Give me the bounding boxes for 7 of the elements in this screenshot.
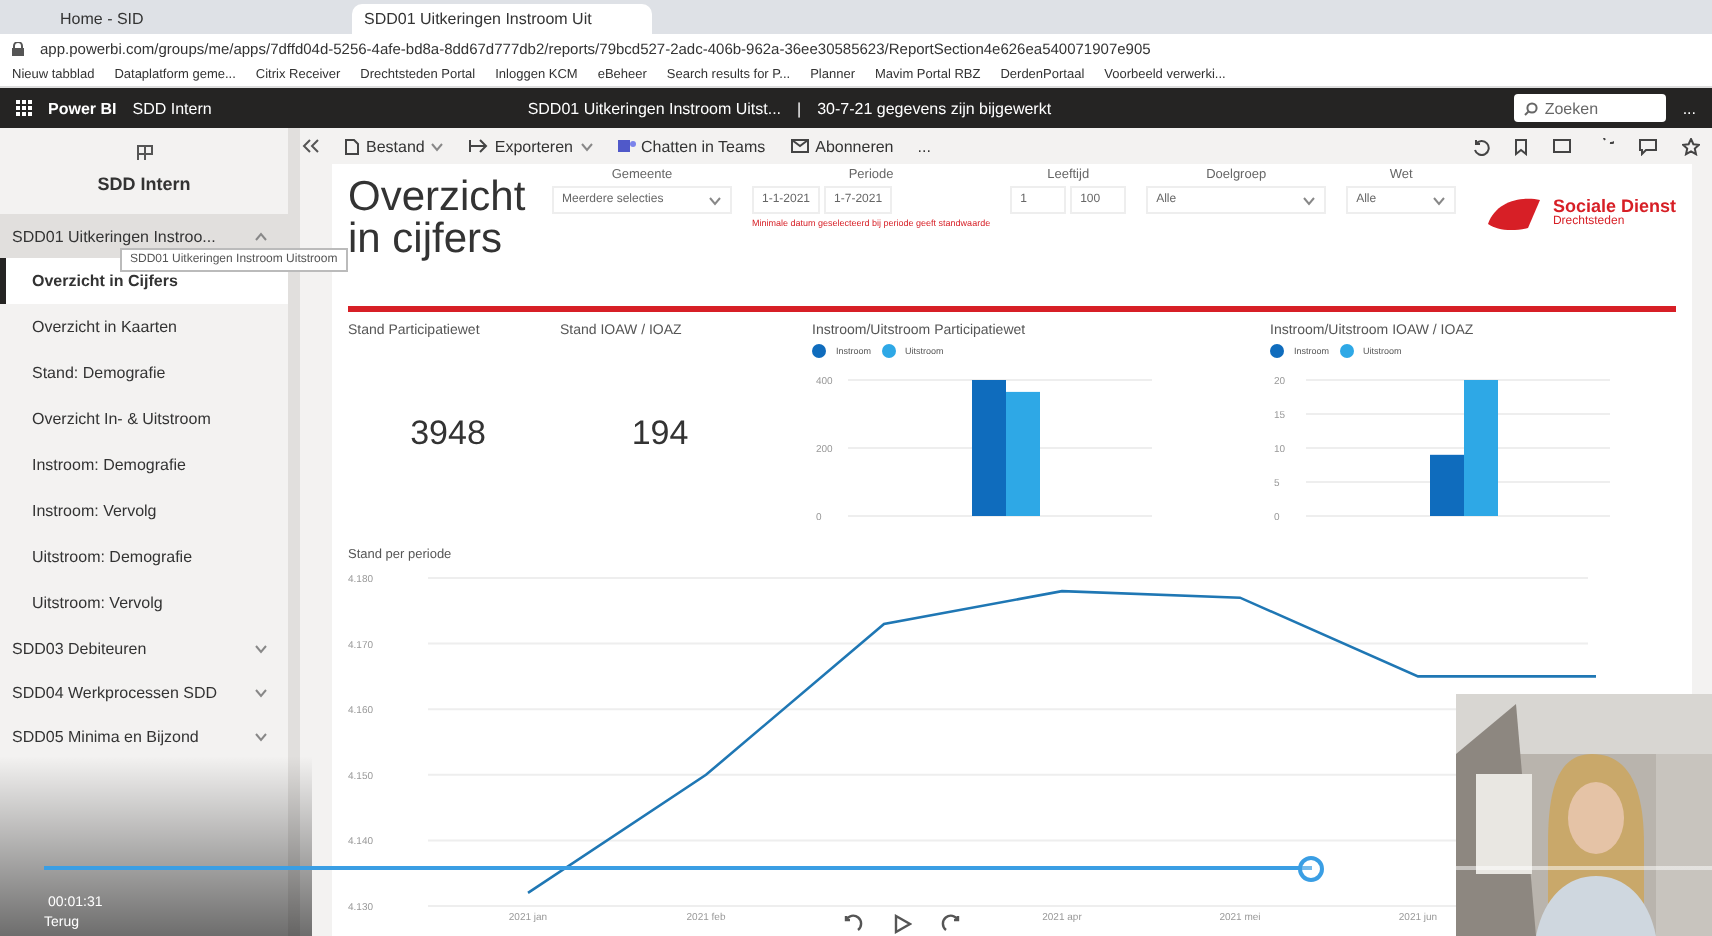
card-value: 194	[629, 414, 691, 454]
card-value: 3948	[408, 414, 488, 454]
report-title: SDD01 Uitkeringen Instroom Uitst...	[527, 99, 782, 117]
report-heading: Overzicht in cijfers	[348, 176, 528, 260]
sidebar-title: SDD Intern	[97, 174, 191, 194]
logo-title: Sociale Dienst	[1552, 196, 1676, 216]
separator-text: |	[797, 99, 802, 117]
